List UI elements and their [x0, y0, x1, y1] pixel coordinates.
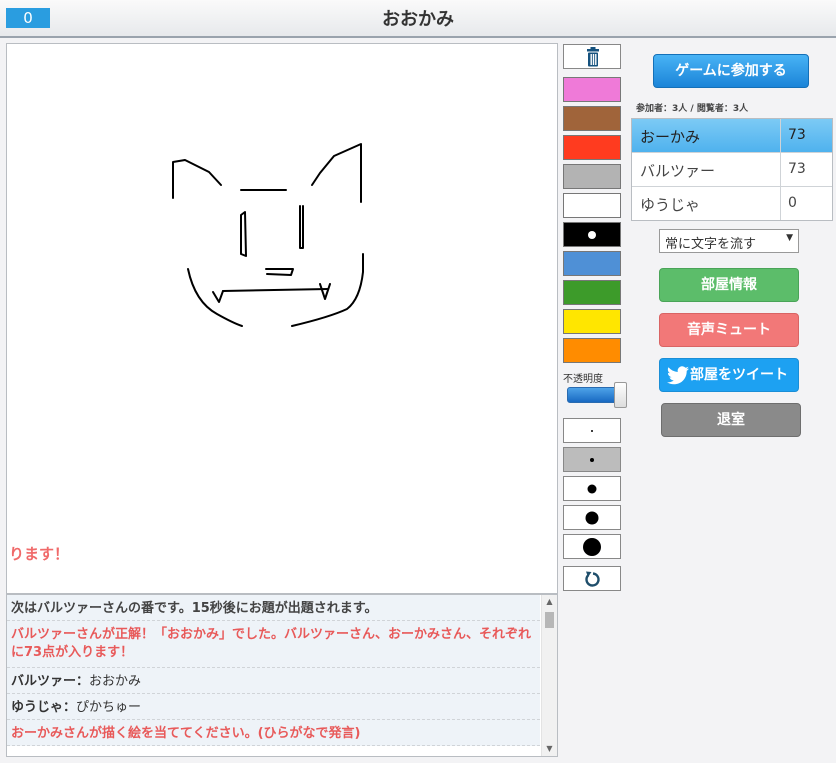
player-row: おーかみ 73 — [632, 119, 832, 153]
color-swatch[interactable] — [563, 135, 621, 160]
selected-indicator-icon — [588, 230, 596, 239]
color-swatch[interactable] — [563, 251, 621, 276]
chat-author: ゆうじゃ： — [11, 700, 77, 715]
drawing-canvas[interactable]: ります！ — [6, 43, 558, 594]
color-swatch[interactable] — [563, 309, 621, 334]
color-swatch[interactable] — [563, 193, 621, 218]
player-name: バルツァー — [640, 162, 716, 180]
brush-size-xs-button[interactable] — [563, 418, 621, 443]
chat-message-text: おーかみさんが描く絵を当ててください。(ひらがなで発言) — [11, 726, 361, 741]
participant-counts: 参加者：3人 / 閲覧者：3人 — [636, 104, 749, 114]
player-score: 0 — [780, 187, 831, 220]
player-score: 73 — [780, 119, 831, 152]
opacity-slider-handle[interactable] — [614, 382, 627, 408]
clear-canvas-button[interactable] — [563, 44, 621, 69]
chat-message-text: おおかみ — [89, 674, 142, 689]
leave-room-button[interactable]: 退室 — [661, 403, 801, 437]
opacity-label: 不透明度 — [563, 374, 603, 385]
chat-log[interactable]: 次はバルツァーさんの番です。15秒後にお題が出題されます。 バルツァーさんが正解… — [6, 594, 558, 757]
chat-message-text: バルツァーさんが正解！「おおかみ」でした。バルツァーさん、おーかみさん、それぞれ… — [11, 627, 532, 660]
chat-message-text: ぴかちゅー — [76, 700, 142, 715]
color-swatch[interactable] — [563, 222, 621, 247]
wolf-drawing — [172, 143, 364, 327]
brush-dot-icon — [587, 484, 597, 493]
chat-message: ゆうじゃ：ぴかちゅー — [7, 694, 540, 720]
join-game-button[interactable]: ゲームに参加する — [653, 54, 809, 88]
chat-message-text: 次はバルツァーさんの番です。15秒後にお題が出題されます。 — [11, 601, 378, 616]
twitter-bird-icon — [667, 366, 689, 385]
scroll-thumb[interactable] — [545, 612, 554, 628]
color-swatch[interactable] — [563, 164, 621, 189]
brush-size-l-button[interactable] — [563, 505, 621, 530]
trash-icon — [587, 47, 599, 67]
room-info-button[interactable]: 部屋情報 — [659, 268, 799, 302]
chevron-down-icon: ▼ — [786, 233, 793, 243]
color-swatch[interactable] — [563, 106, 621, 131]
chat-message: おーかみさんが描く絵を当ててください。(ひらがなで発言) — [7, 720, 540, 746]
chat-scrollbar[interactable]: ▲ ▼ — [541, 595, 557, 756]
player-score: 73 — [780, 153, 831, 186]
text-scroll-mode-value: 常に文字を流す — [665, 237, 757, 252]
brush-size-m-button[interactable] — [563, 476, 621, 501]
mute-audio-button[interactable]: 音声ミュート — [659, 313, 799, 347]
scroll-up-icon[interactable]: ▲ — [542, 595, 557, 609]
player-row: ゆうじゃ 0 — [632, 187, 832, 220]
chat-message: 次はバルツァーさんの番です。15秒後にお題が出題されます。 — [7, 595, 540, 621]
brush-dot-icon — [585, 511, 599, 524]
brush-size-xl-button[interactable] — [563, 534, 621, 559]
tweet-room-button[interactable]: 部屋をツイート — [659, 358, 799, 392]
scroll-down-icon[interactable]: ▼ — [542, 742, 557, 756]
player-name: おーかみ — [640, 128, 701, 146]
text-scroll-mode-select[interactable]: 常に文字を流す ▼ — [659, 229, 799, 253]
chat-list: 次はバルツァーさんの番です。15秒後にお題が出題されます。 バルツァーさんが正解… — [7, 595, 540, 746]
page-title: おおかみ — [382, 9, 454, 30]
player-name: ゆうじゃ — [640, 196, 701, 214]
brush-size-s-button[interactable] — [563, 447, 621, 472]
undo-button[interactable] — [563, 566, 621, 591]
player-list: おーかみ 73 バルツァー 73 ゆうじゃ 0 — [631, 118, 833, 221]
undo-icon — [585, 571, 600, 587]
header-bar: 0 おおかみ — [0, 0, 836, 38]
canvas-overlay-message: ります！ — [9, 545, 70, 563]
color-swatch[interactable] — [563, 280, 621, 305]
brush-dot-icon — [583, 537, 601, 556]
chat-message: バルツァー：おおかみ — [7, 668, 540, 694]
chat-message: バルツァーさんが正解！「おおかみ」でした。バルツァーさん、おーかみさん、それぞれ… — [7, 621, 540, 668]
brush-dot-icon — [591, 429, 593, 432]
color-swatch[interactable] — [563, 77, 621, 102]
opacity-slider-track[interactable] — [567, 387, 621, 403]
chat-author: バルツァー： — [11, 674, 90, 689]
player-row: バルツァー 73 — [632, 153, 832, 187]
brush-dot-icon — [590, 457, 594, 462]
color-swatch[interactable] — [563, 338, 621, 363]
opacity-slider[interactable] — [567, 382, 627, 408]
